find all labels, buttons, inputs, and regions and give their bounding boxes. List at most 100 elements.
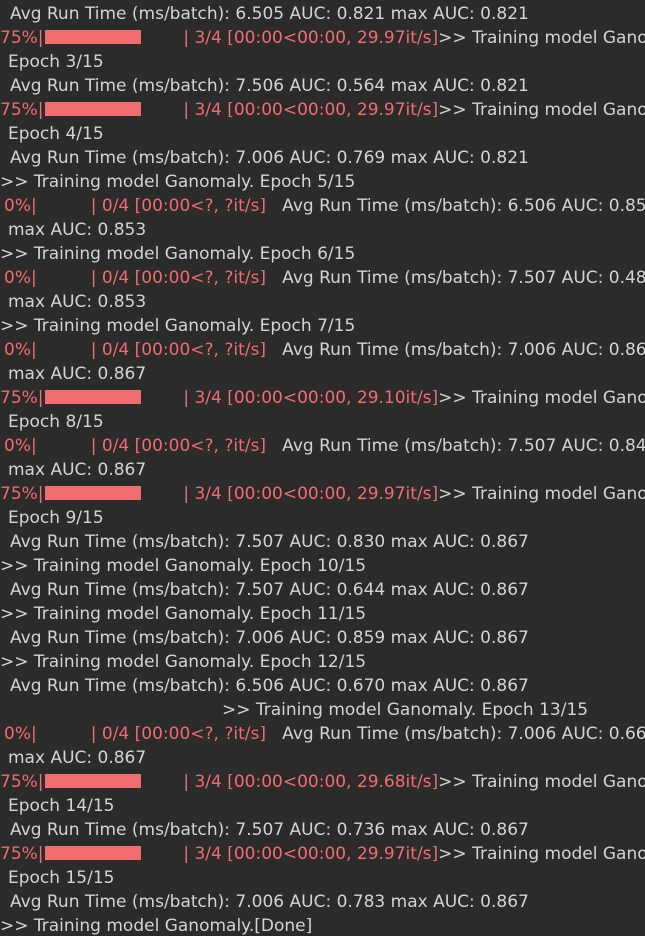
terminal-line: Avg Run Time (ms/batch): 7.006 AUC: 0.78… [0,890,645,914]
terminal-line: 0%| | 0/4 [00:00<?, ?it/s] Avg Run Time … [0,266,645,290]
terminal-line: Epoch 4/15 [0,122,645,146]
terminal-line: >> Training model Ganomaly. Epoch 6/15 [0,242,645,266]
terminal-line: Avg Run Time (ms/batch): 7.506 AUC: 0.56… [0,74,645,98]
terminal-line: 0%| | 0/4 [00:00<?, ?it/s] Avg Run Time … [0,338,645,362]
log-text: Epoch 3/15 [8,52,104,72]
terminal-line: max AUC: 0.867 [0,746,645,770]
terminal-line: Epoch 3/15 [0,50,645,74]
log-text: Avg Run Time (ms/batch): 7.006 AUC: 0.66… [265,724,645,744]
terminal-line: 75%| | 3/4 [00:00<00:00, 29.97it/s]>> Tr… [0,98,645,122]
terminal-line: 75%| | 3/4 [00:00<00:00, 29.97it/s]>> Tr… [0,482,645,506]
terminal-output: Avg Run Time (ms/batch): 6.505 AUC: 0.82… [0,0,645,936]
log-text: >> Training model Ganomaly. Epoch 6/15 [0,244,356,264]
progress-text: 0%| [4,436,37,456]
terminal-line: 75%| | 3/4 [00:00<00:00, 29.10it/s]>> Tr… [0,386,645,410]
progress-text: | 0/4 [00:00<?, ?it/s] [36,268,266,288]
progress-text: 75%| [0,388,44,408]
progress-text: | 3/4 [00:00<00:00, 29.97it/s] [172,100,439,120]
log-text: >> Training model Ganomaly. [438,844,645,864]
log-text: max AUC: 0.867 [8,748,147,768]
log-text: Avg Run Time (ms/batch): 7.006 AUC: 0.76… [10,148,529,168]
terminal-line: 75%| | 3/4 [00:00<00:00, 29.97it/s]>> Tr… [0,26,645,50]
progress-bar-fill [44,774,141,788]
progress-text: 75%| [0,100,44,120]
log-text: >> Training model Ganomaly. [438,772,645,792]
terminal-line: Epoch 9/15 [0,506,645,530]
progress-bar-fill [44,30,141,44]
terminal-line: >> Training model Ganomaly. Epoch 12/15 [0,650,645,674]
log-text: >> Training model Ganomaly. Epoch 10/15 [0,556,367,576]
progress-text: 0%| [4,196,37,216]
log-text: Epoch 15/15 [8,868,115,888]
progress-text: | 3/4 [00:00<00:00, 29.68it/s] [172,772,439,792]
log-text: Epoch 9/15 [8,508,104,528]
terminal-line: Avg Run Time (ms/batch): 7.507 AUC: 0.64… [0,578,645,602]
log-text: >> Training model Ganomaly. Epoch 12/15 [0,652,367,672]
log-text: Avg Run Time (ms/batch): 7.507 AUC: 0.73… [10,820,529,840]
log-text: max AUC: 0.853 [8,292,147,312]
terminal-line: 75%| | 3/4 [00:00<00:00, 29.68it/s]>> Tr… [0,770,645,794]
progress-text: | 0/4 [00:00<?, ?it/s] [36,436,266,456]
progress-text: 75%| [0,484,44,504]
log-text: >> Training model Ganomaly. [438,484,645,504]
log-text: >> Training model Ganomaly. [438,28,645,48]
log-text: max AUC: 0.867 [8,364,147,384]
log-text: Avg Run Time (ms/batch): 7.006 AUC: 0.86… [265,340,645,360]
progress-text: 0%| [4,724,37,744]
terminal-line: Avg Run Time (ms/batch): 7.507 AUC: 0.73… [0,818,645,842]
progress-text: | 3/4 [00:00<00:00, 29.97it/s] [172,844,439,864]
terminal-line: max AUC: 0.853 [0,218,645,242]
log-text: max AUC: 0.853 [8,220,147,240]
terminal-line: >> Training model Ganomaly. Epoch 13/15 [0,698,645,722]
progress-bar-fill [44,486,141,500]
progress-text: | 0/4 [00:00<?, ?it/s] [36,196,266,216]
progress-text: 75%| [0,844,44,864]
progress-bar-fill [44,390,141,404]
terminal-line: 0%| | 0/4 [00:00<?, ?it/s] Avg Run Time … [0,194,645,218]
terminal-line: >> Training model Ganomaly.[Done] [0,914,645,936]
terminal-line: max AUC: 0.867 [0,458,645,482]
log-text: >> Training model Ganomaly. Epoch 5/15 [0,172,356,192]
terminal-line: max AUC: 0.853 [0,290,645,314]
log-text: Avg Run Time (ms/batch): 7.507 AUC: 0.83… [10,532,529,552]
log-text: Avg Run Time (ms/batch): 7.507 AUC: 0.64… [10,580,529,600]
log-text: Epoch 8/15 [8,412,104,432]
terminal-line: Avg Run Time (ms/batch): 7.006 AUC: 0.76… [0,146,645,170]
log-text: >> Training model Ganomaly. Epoch 13/15 [222,700,589,720]
log-text: >> Training model Ganomaly. Epoch 7/15 [0,316,356,336]
terminal-line: Epoch 8/15 [0,410,645,434]
progress-text: | 0/4 [00:00<?, ?it/s] [36,340,266,360]
progress-text: 0%| [4,340,37,360]
terminal-line: Avg Run Time (ms/batch): 7.006 AUC: 0.85… [0,626,645,650]
progress-text: | 3/4 [00:00<00:00, 29.10it/s] [172,388,439,408]
progress-text: 75%| [0,772,44,792]
log-text: Avg Run Time (ms/batch): 7.006 AUC: 0.78… [10,892,529,912]
log-text: Avg Run Time (ms/batch): 7.006 AUC: 0.85… [10,628,529,648]
terminal-line: 0%| | 0/4 [00:00<?, ?it/s] Avg Run Time … [0,722,645,746]
terminal-line: Avg Run Time (ms/batch): 6.505 AUC: 0.82… [0,2,645,26]
log-text: max AUC: 0.867 [8,460,147,480]
progress-bar-fill [44,102,141,116]
terminal-line: Avg Run Time (ms/batch): 7.507 AUC: 0.83… [0,530,645,554]
terminal-line: max AUC: 0.867 [0,362,645,386]
log-text: Avg Run Time (ms/batch): 6.505 AUC: 0.82… [10,4,529,24]
progress-bar-fill [44,846,141,860]
progress-text: | 3/4 [00:00<00:00, 29.97it/s] [172,28,439,48]
terminal-line: Epoch 15/15 [0,866,645,890]
terminal-line: >> Training model Ganomaly. Epoch 11/15 [0,602,645,626]
progress-text: | 0/4 [00:00<?, ?it/s] [36,724,266,744]
log-text: Avg Run Time (ms/batch): 7.507 AUC: 0.84… [265,436,645,456]
terminal-line: >> Training model Ganomaly. Epoch 7/15 [0,314,645,338]
progress-text: 75%| [0,28,44,48]
progress-text: | 3/4 [00:00<00:00, 29.97it/s] [172,484,439,504]
terminal-line: >> Training model Ganomaly. Epoch 5/15 [0,170,645,194]
log-text: Avg Run Time (ms/batch): 6.506 AUC: 0.85… [265,196,645,216]
terminal-line: Avg Run Time (ms/batch): 6.506 AUC: 0.67… [0,674,645,698]
log-text: >> Training model Ganomaly. Epoch 11/15 [0,604,367,624]
log-text: >> Training model Ganomaly.[Done] [0,916,313,936]
terminal-line: 75%| | 3/4 [00:00<00:00, 29.97it/s]>> Tr… [0,842,645,866]
log-text: Epoch 4/15 [8,124,104,144]
log-text: >> Training model Ganomaly. [438,388,645,408]
log-text: >> Training model Ganomaly. [438,100,645,120]
terminal-line: Epoch 14/15 [0,794,645,818]
